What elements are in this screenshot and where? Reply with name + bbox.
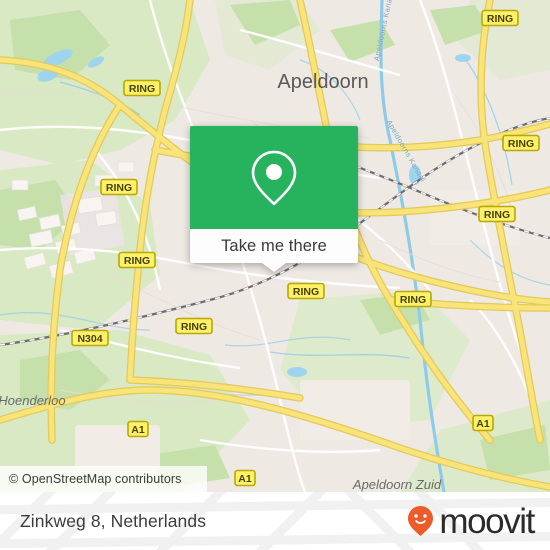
road-shield-label: RING bbox=[487, 13, 513, 25]
moovit-smiley-pin-icon bbox=[408, 506, 434, 536]
moovit-logo[interactable]: moovit bbox=[407, 492, 535, 550]
road-shield-label: RING bbox=[106, 182, 132, 194]
road-shield-label: RING bbox=[181, 321, 207, 333]
road-shield-label: RING bbox=[293, 286, 319, 298]
road-shield-label: RING bbox=[484, 209, 510, 221]
road-shield-label: A1 bbox=[131, 424, 145, 436]
osm-attribution-text: © OpenStreetMap contributors bbox=[9, 472, 182, 486]
callout-marker-area bbox=[190, 126, 358, 229]
address-block: Zinkweg 8, Netherlands bbox=[20, 492, 206, 550]
callout-pointer bbox=[262, 263, 286, 272]
osm-attribution[interactable]: © OpenStreetMap contributors bbox=[0, 466, 207, 492]
road-shield: A1 bbox=[127, 420, 149, 438]
place-label: Apeldoorn bbox=[277, 71, 368, 93]
road-shield: RING bbox=[394, 290, 432, 308]
moovit-map-share-card: Apeldoorns Kanaal Apeldoorns Kanaal Apeld… bbox=[0, 0, 550, 550]
road-shield: RING bbox=[175, 317, 213, 335]
road-shield: A1 bbox=[472, 414, 494, 432]
road-shield-label: A1 bbox=[238, 473, 252, 485]
road-shield-label: RING bbox=[129, 83, 155, 95]
road-shield-label: RING bbox=[400, 294, 426, 306]
road-shield: RING bbox=[502, 134, 540, 152]
road-shield-label: RING bbox=[124, 255, 150, 267]
take-me-there-callout[interactable]: Take me there bbox=[190, 126, 358, 272]
place-label: Hoenderloo bbox=[0, 393, 66, 408]
address-text: Zinkweg 8, Netherlands bbox=[20, 510, 207, 531]
map-canvas[interactable]: Apeldoorns Kanaal Apeldoorns Kanaal Apeld… bbox=[0, 0, 550, 492]
take-me-there-label: Take me there bbox=[221, 236, 327, 255]
road-shield: RING bbox=[123, 79, 161, 97]
road-shield-label: A1 bbox=[476, 418, 490, 430]
road-shield: N304 bbox=[71, 329, 109, 347]
moovit-wordmark: moovit bbox=[439, 501, 535, 541]
map-pin-icon bbox=[251, 150, 297, 205]
footer-bar: Zinkweg 8, Netherlands moovit bbox=[0, 492, 550, 550]
road-shield: RING bbox=[481, 9, 519, 27]
road-shield-label: N304 bbox=[77, 333, 102, 345]
take-me-there-button[interactable]: Take me there bbox=[190, 229, 358, 263]
road-shield: RING bbox=[100, 178, 138, 196]
road-shield: RING bbox=[478, 205, 516, 223]
road-shield: RING bbox=[118, 251, 156, 269]
road-shield: A1 bbox=[234, 469, 256, 487]
road-shield-label: RING bbox=[508, 138, 534, 150]
road-shield: RING bbox=[287, 282, 325, 300]
place-label: Apeldoorn Zuid bbox=[352, 477, 442, 492]
